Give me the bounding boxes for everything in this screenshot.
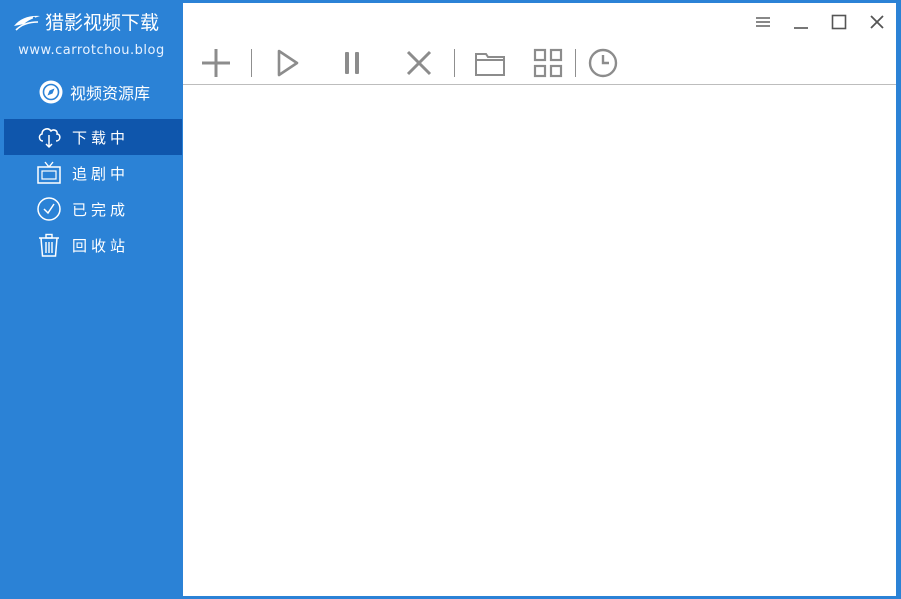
menu-button[interactable]: [744, 7, 782, 37]
folder-icon: [475, 53, 505, 76]
open-folder-button[interactable]: [470, 43, 510, 83]
sidebar-item-label: 下载中: [72, 128, 130, 147]
website-link[interactable]: www.carrotchou.blog: [0, 43, 183, 58]
window-controls: [744, 7, 896, 37]
maximize-button[interactable]: [820, 7, 858, 37]
sidebar-item-label: 回收站: [72, 236, 130, 255]
toolbar-separator: [575, 49, 576, 77]
grid-icon: [533, 48, 563, 78]
sidebar: 猎影视频下载 www.carrotchou.blog 视频资源库 下载中 追剧中…: [0, 0, 183, 599]
check-circle-icon: [37, 197, 61, 221]
view-grid-button[interactable]: [528, 43, 568, 83]
cloud-download-icon: [38, 128, 61, 149]
clock-icon: [588, 48, 618, 78]
minimize-button[interactable]: [782, 7, 820, 37]
app-brand: 猎影视频下载: [12, 6, 159, 36]
toolbar-separator: [251, 49, 252, 77]
trash-icon: [39, 233, 59, 257]
video-library-link[interactable]: 视频资源库: [38, 78, 150, 106]
tv-icon: [37, 161, 61, 184]
sidebar-item-recycle-bin[interactable]: 回收站: [4, 227, 182, 263]
sidebar-item-following[interactable]: 追剧中: [4, 155, 182, 191]
menu-icon: [756, 17, 770, 27]
delete-button[interactable]: [399, 43, 439, 83]
logo-icon: [14, 15, 40, 31]
pause-button[interactable]: [332, 43, 372, 83]
maximize-icon: [831, 14, 847, 30]
toolbar: [183, 43, 896, 85]
play-icon: [277, 49, 299, 77]
toolbar-separator: [454, 49, 455, 77]
minimize-icon: [794, 27, 808, 29]
app-title: 猎影视频下载: [45, 11, 160, 34]
sidebar-item-label: 追剧中: [72, 164, 130, 183]
video-library-label: 视频资源库: [70, 84, 151, 103]
main-panel: [183, 3, 896, 596]
sidebar-item-completed[interactable]: 已完成: [4, 191, 182, 227]
close-button[interactable]: [858, 7, 896, 37]
pause-icon: [345, 52, 359, 74]
sidebar-nav: 下载中 追剧中 已完成 回收站: [4, 119, 182, 263]
sidebar-item-downloading[interactable]: 下载中: [4, 119, 182, 155]
sidebar-item-label: 已完成: [72, 200, 130, 219]
start-button[interactable]: [267, 43, 307, 83]
add-icon: [202, 49, 230, 77]
download-list-area[interactable]: [183, 85, 896, 596]
history-button[interactable]: [583, 43, 623, 83]
close-icon: [870, 15, 884, 29]
compass-icon: [39, 80, 63, 104]
delete-icon: [406, 50, 432, 76]
add-task-button[interactable]: [196, 43, 236, 83]
